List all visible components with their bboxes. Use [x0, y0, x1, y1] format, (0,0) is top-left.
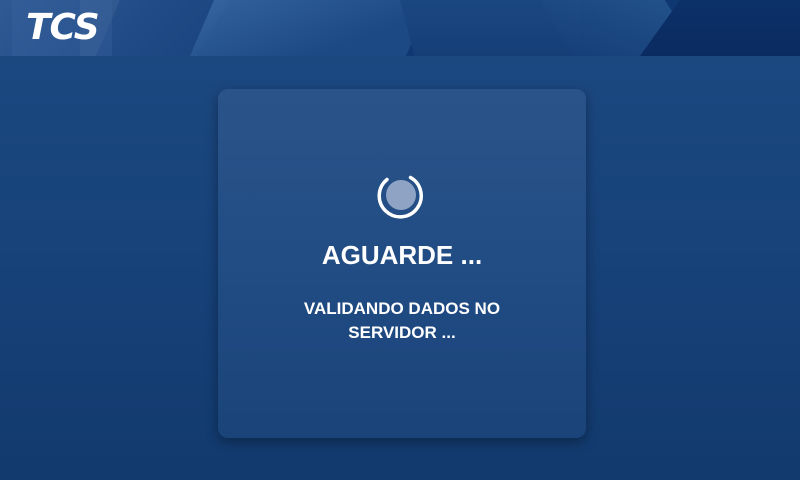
logo: TCS [26, 7, 100, 48]
spinner-core [386, 180, 416, 210]
dialog-title: AGUARDE ... [321, 240, 483, 270]
header-facet [190, 0, 430, 56]
dialog-message: VALIDANDO DADOS NO SERVIDOR ... [303, 299, 501, 342]
loading-dialog: AGUARDE ... VALIDANDO DADOS NO SERVIDOR … [218, 89, 586, 438]
loading-spinner-icon [377, 175, 423, 219]
header-banner: TCS [0, 0, 800, 56]
